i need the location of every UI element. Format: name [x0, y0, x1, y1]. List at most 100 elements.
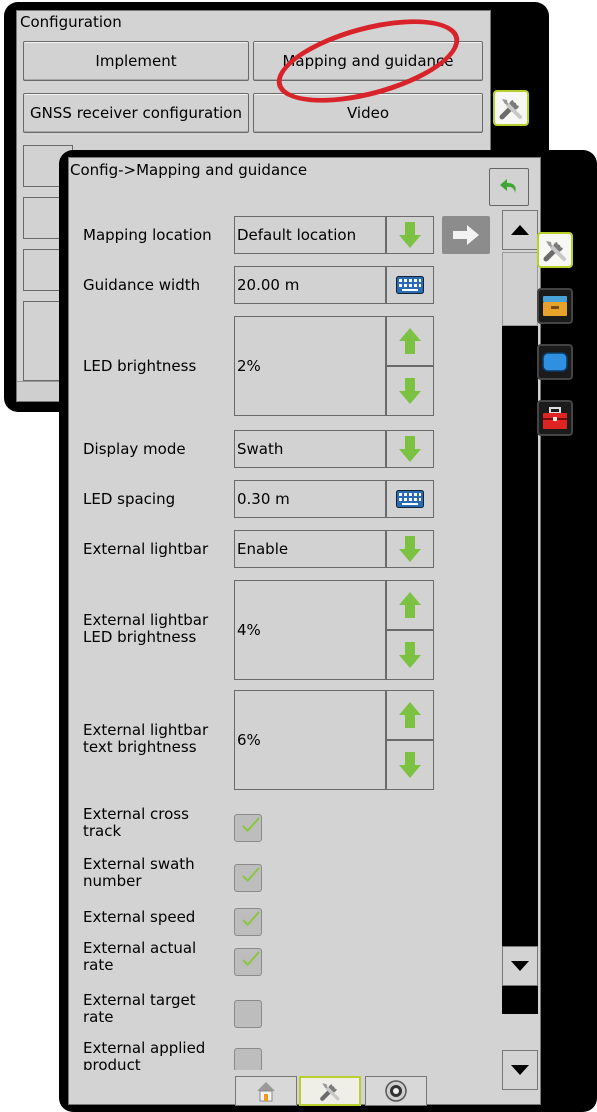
- mapping-location-dropdown-button[interactable]: [386, 216, 434, 254]
- external-applied-product-label: External applied product: [83, 1039, 206, 1071]
- settings-list: Mapping location Default location Guidan…: [78, 210, 498, 1070]
- display-mode-value[interactable]: Swath: [234, 430, 386, 468]
- panel-title: Configuration: [20, 13, 122, 31]
- chevron-down-icon: [399, 222, 421, 248]
- scroll-up-button[interactable]: [502, 210, 538, 250]
- external-actual-rate-label: External actual rate: [83, 939, 197, 974]
- led-spacing-value[interactable]: 0.30 m: [234, 480, 386, 518]
- dial-button[interactable]: [365, 1076, 427, 1106]
- external-swath-number-checkbox[interactable]: [234, 864, 262, 892]
- led-brightness-increase-button[interactable]: [386, 316, 434, 366]
- external-led-brightness-decrease-button[interactable]: [386, 630, 434, 680]
- home-icon: [257, 1082, 275, 1102]
- external-cross-track-label: External cross track: [83, 805, 189, 840]
- led-spacing-keyboard-button[interactable]: [386, 480, 434, 518]
- bottom-navigation: [235, 1076, 427, 1106]
- mapping-location-label: Mapping location: [83, 226, 212, 244]
- tools-icon: [320, 1083, 340, 1101]
- page-title: Config->Mapping and guidance: [70, 161, 308, 179]
- display-icon: [542, 352, 568, 372]
- up-arrow-icon: [399, 328, 421, 354]
- scroll-down-icon: [511, 1065, 529, 1075]
- up-arrow-icon: [399, 592, 421, 618]
- tools-icon: [543, 241, 566, 262]
- external-lightbar-row: External lightbar Enable: [78, 530, 498, 570]
- external-lightbar-text-brightness-row: External lightbar text brightness 6%: [78, 690, 498, 794]
- scroll-down-icon: [511, 961, 529, 971]
- led-brightness-row: LED brightness 2%: [78, 316, 498, 420]
- implement-button[interactable]: Implement: [23, 41, 249, 81]
- checkmark-icon: [242, 867, 260, 883]
- external-speed-label: External speed: [83, 908, 196, 926]
- toolbox-icon: [543, 407, 567, 429]
- keyboard-icon: [396, 490, 424, 508]
- display-tab[interactable]: [537, 344, 573, 380]
- external-speed-row: External speed: [78, 906, 498, 940]
- console-tab[interactable]: [537, 288, 573, 324]
- external-lightbar-led-brightness-row: External lightbar LED brightness 4%: [78, 580, 498, 684]
- external-cross-track-row: External cross track: [78, 804, 498, 844]
- console-icon: [543, 296, 567, 316]
- mapping-guidance-body: Config->Mapping and guidance Mapping loc…: [68, 157, 541, 1106]
- display-mode-row: Display mode Swath: [78, 430, 498, 470]
- external-applied-product-row: External applied product: [78, 1040, 498, 1070]
- led-spacing-label: LED spacing: [83, 490, 176, 508]
- external-lightbar-dropdown-button[interactable]: [386, 530, 434, 568]
- led-spacing-row: LED spacing 0.30 m: [78, 480, 498, 520]
- checkmark-icon: [242, 951, 260, 967]
- down-arrow-icon: [399, 752, 421, 778]
- scrollbar[interactable]: [502, 210, 538, 1102]
- external-target-rate-label: External target rate: [83, 991, 196, 1026]
- mapping-location-row: Mapping location Default location: [78, 216, 498, 256]
- external-lightbar-label: External lightbar: [83, 540, 209, 558]
- external-actual-rate-checkbox[interactable]: [234, 948, 262, 976]
- home-button[interactable]: [235, 1076, 297, 1106]
- scroll-down-button[interactable]: [502, 1050, 538, 1090]
- external-lightbar-led-brightness-label: External lightbar LED brightness: [83, 611, 209, 646]
- external-text-brightness-decrease-button[interactable]: [386, 740, 434, 790]
- external-led-brightness-increase-button[interactable]: [386, 580, 434, 630]
- external-swath-number-row: External swath number: [78, 854, 498, 894]
- external-swath-number-label: External swath number: [83, 855, 195, 890]
- external-speed-checkbox[interactable]: [234, 908, 262, 936]
- display-mode-dropdown-button[interactable]: [386, 430, 434, 468]
- external-cross-track-checkbox[interactable]: [234, 814, 262, 842]
- external-lightbar-value[interactable]: Enable: [234, 530, 386, 568]
- led-brightness-label: LED brightness: [83, 357, 197, 375]
- keyboard-icon: [396, 276, 424, 294]
- back-arrow-icon: [500, 179, 516, 193]
- mapping-guidance-panel: Config->Mapping and guidance Mapping loc…: [59, 150, 597, 1112]
- toolbox-tab[interactable]: [537, 400, 573, 436]
- tools-tab[interactable]: [537, 232, 573, 268]
- led-brightness-value[interactable]: 2%: [234, 316, 386, 416]
- scroll-down-page-button[interactable]: [502, 946, 538, 986]
- led-brightness-decrease-button[interactable]: [386, 366, 434, 416]
- tools-nav-button[interactable]: [299, 1076, 361, 1106]
- dial-icon: [385, 1080, 407, 1102]
- external-applied-product-checkbox[interactable]: [234, 1048, 262, 1070]
- external-lightbar-led-brightness-value[interactable]: 4%: [234, 580, 386, 680]
- guidance-width-row: Guidance width 20.00 m: [78, 266, 498, 306]
- down-arrow-icon: [399, 378, 421, 404]
- right-arrow-icon: [453, 225, 479, 245]
- external-target-rate-checkbox[interactable]: [234, 1000, 262, 1028]
- tools-tab[interactable]: [493, 90, 529, 126]
- scroll-track[interactable]: [502, 326, 538, 1014]
- down-arrow-icon: [399, 642, 421, 668]
- back-button[interactable]: [489, 168, 529, 206]
- tools-icon: [499, 99, 522, 120]
- up-arrow-icon: [399, 702, 421, 728]
- mapping-location-value[interactable]: Default location: [234, 216, 386, 254]
- guidance-width-keyboard-button[interactable]: [386, 266, 434, 304]
- checkmark-icon: [242, 911, 260, 927]
- scroll-thumb[interactable]: [502, 252, 538, 326]
- video-button[interactable]: Video: [253, 93, 483, 133]
- external-text-brightness-increase-button[interactable]: [386, 690, 434, 740]
- chevron-down-icon: [399, 536, 421, 562]
- guidance-width-value[interactable]: 20.00 m: [234, 266, 386, 304]
- gnss-receiver-configuration-button[interactable]: GNSS receiver configuration: [23, 93, 249, 133]
- external-lightbar-text-brightness-value[interactable]: 6%: [234, 690, 386, 790]
- guidance-width-label: Guidance width: [83, 276, 201, 294]
- mapping-location-go-button[interactable]: [442, 216, 490, 254]
- display-mode-label: Display mode: [83, 440, 186, 458]
